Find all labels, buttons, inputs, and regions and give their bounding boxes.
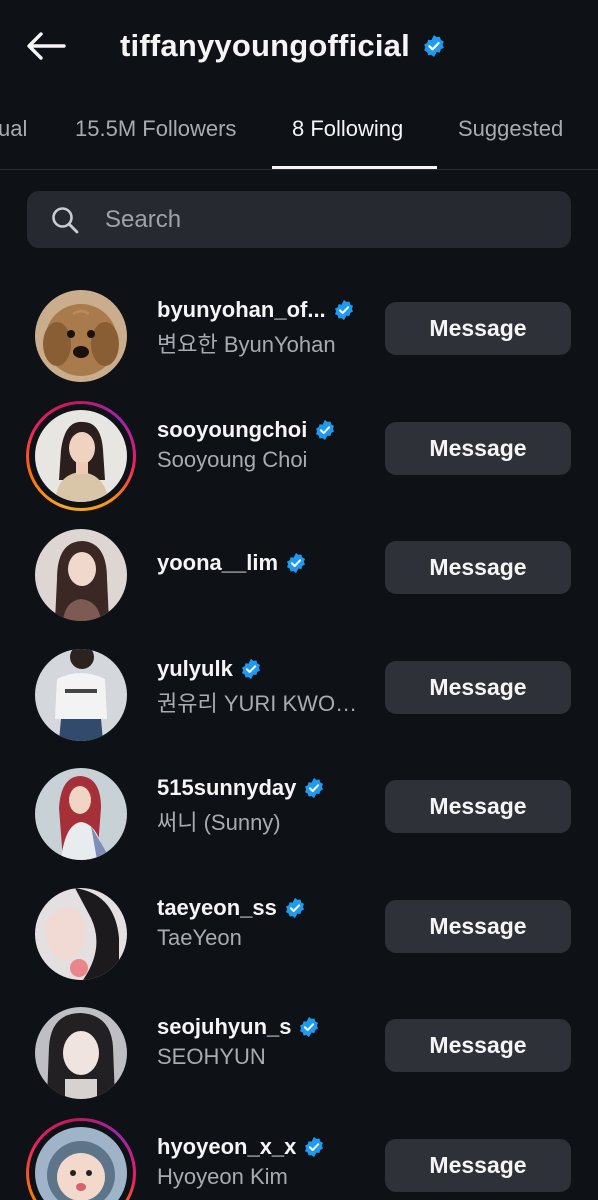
top-app-bar: tiffanyyoungofficial [0, 0, 598, 92]
list-item[interactable]: byunyohan_of... 변요한 ByunYohan Message [0, 271, 598, 391]
avatar-with-story-ring[interactable] [26, 1117, 136, 1200]
user-text: sooyoungchoi Sooyoung Choi [157, 415, 336, 473]
back-button[interactable] [24, 26, 68, 66]
verified-badge-icon [334, 299, 353, 321]
message-button[interactable]: Message [385, 1138, 571, 1192]
username[interactable]: yoona__lim [157, 550, 278, 576]
active-tab-indicator [272, 166, 437, 169]
tab-mutual[interactable]: ual [0, 116, 27, 142]
avatar[interactable] [26, 759, 136, 869]
full-name: TaeYeon [157, 924, 242, 950]
full-name: 권유리 YURI KWON... [157, 690, 362, 716]
verified-badge-icon [316, 419, 335, 440]
user-text: yulyulk 권유리 YURI KWON... [157, 654, 362, 718]
avatar-image [35, 409, 127, 502]
username[interactable]: seojuhyun_s [157, 1014, 291, 1040]
list-item[interactable]: 515sunnyday 써니 (Sunny) Message [0, 749, 598, 869]
avatar[interactable] [26, 879, 136, 989]
list-item[interactable]: sooyoungchoi Sooyoung Choi Message [0, 391, 598, 511]
avatar[interactable] [26, 998, 136, 1108]
avatar[interactable] [26, 640, 136, 750]
list-item[interactable]: hyoyeon_x_x Hyoyeon Kim Message [0, 1108, 598, 1200]
verified-badge-icon [285, 897, 304, 918]
message-button[interactable]: Message [385, 302, 571, 355]
search-icon [52, 206, 79, 233]
full-name: 써니 (Sunny) [157, 810, 281, 835]
profile-username: tiffanyyoungofficial [120, 28, 410, 63]
tab-suggested[interactable]: Suggested [458, 116, 563, 142]
message-button[interactable]: Message [385, 541, 571, 594]
user-text: 515sunnyday 써니 (Sunny) [157, 773, 325, 837]
verified-badge-icon [241, 658, 260, 679]
user-text: taeyeon_ss TaeYeon [157, 893, 306, 951]
arrow-left-icon [27, 32, 66, 60]
avatar[interactable] [26, 281, 136, 391]
user-text: hyoyeon_x_x Hyoyeon Kim [157, 1132, 325, 1190]
tab-followers[interactable]: 15.5M Followers [75, 116, 236, 142]
verified-badge-icon [287, 552, 306, 574]
avatar-image [35, 887, 127, 980]
user-text: byunyohan_of... 변요한 ByunYohan [157, 295, 355, 359]
list-item[interactable]: taeyeon_ss TaeYeon Message [0, 869, 598, 989]
username[interactable]: yulyulk [157, 656, 233, 682]
avatar-image [35, 648, 127, 741]
message-button[interactable]: Message [385, 1019, 571, 1072]
full-name: SEOHYUN [157, 1044, 266, 1069]
username[interactable]: sooyoungchoi [157, 417, 307, 443]
avatar-image [35, 1126, 127, 1200]
verified-badge-icon [424, 35, 444, 57]
avatar[interactable] [26, 520, 136, 630]
user-text: yoona__lim [157, 548, 307, 578]
message-button[interactable]: Message [385, 780, 571, 833]
avatar-image [35, 529, 127, 621]
search-bar[interactable] [27, 191, 571, 248]
message-button[interactable]: Message [385, 421, 571, 475]
message-button[interactable]: Message [385, 899, 571, 953]
user-text: seojuhyun_s SEOHYUN [157, 1012, 320, 1070]
verified-badge-icon [305, 777, 324, 799]
avatar-image [35, 1007, 127, 1099]
avatar-image [35, 290, 127, 382]
full-name: Hyoyeon Kim [157, 1163, 288, 1189]
message-button[interactable]: Message [385, 660, 571, 714]
avatar-with-story-ring[interactable] [26, 400, 136, 511]
username[interactable]: byunyohan_of... [157, 297, 326, 323]
username[interactable]: 515sunnyday [157, 775, 296, 801]
profile-title: tiffanyyoungofficial [120, 24, 446, 68]
tab-following[interactable]: 8 Following [292, 116, 403, 142]
list-item[interactable]: yulyulk 권유리 YURI KWON... Message [0, 630, 598, 750]
username[interactable]: taeyeon_ss [157, 895, 277, 921]
verified-badge-icon [305, 1136, 324, 1157]
list-item[interactable]: yoona__lim Message [0, 510, 598, 630]
avatar-image [35, 768, 127, 860]
search-input[interactable] [105, 205, 525, 234]
full-name: 변요한 ByunYohan [157, 332, 336, 357]
full-name: Sooyoung Choi [157, 446, 308, 472]
profile-tabs: ual 15.5M Followers 8 Following Suggeste… [0, 98, 598, 170]
verified-badge-icon [300, 1016, 319, 1038]
username[interactable]: hyoyeon_x_x [157, 1134, 296, 1160]
list-item[interactable]: seojuhyun_s SEOHYUN Message [0, 988, 598, 1108]
